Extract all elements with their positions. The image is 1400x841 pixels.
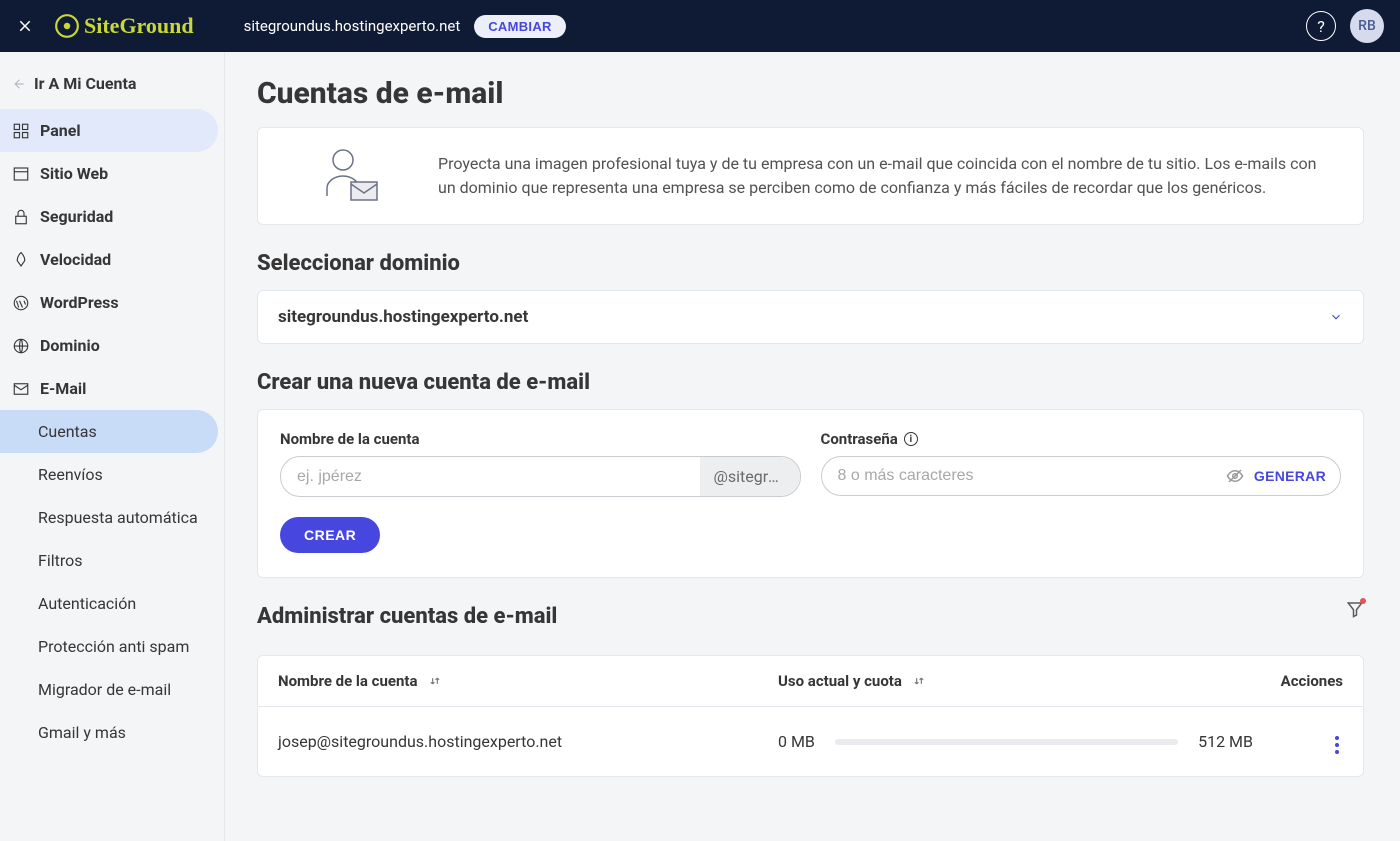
account-name-input[interactable] (281, 457, 700, 496)
sub-item-filters[interactable]: Filtros (38, 539, 218, 582)
sidebar-item-label: E-Mail (40, 379, 86, 398)
intro-card: Proyecta una imagen profesional tuya y d… (257, 127, 1364, 225)
account-name-label: Nombre de la cuenta (280, 430, 801, 448)
logo-text: SiteGround (84, 13, 194, 39)
table-row: josep@sitegroundus.hostingexperto.net 0 … (258, 707, 1363, 776)
sub-item-accounts[interactable]: Cuentas (0, 410, 218, 453)
filter-button[interactable] (1346, 600, 1364, 622)
create-button[interactable]: CREAR (280, 517, 380, 553)
sidebar-item-label: WordPress (40, 293, 119, 312)
row-used: 0 MB (778, 732, 815, 751)
chevron-down-icon (1329, 310, 1343, 324)
sidebar-item-wordpress[interactable]: WordPress (0, 281, 218, 324)
sidebar-item-security[interactable]: Seguridad (0, 195, 218, 238)
sub-item-migrator[interactable]: Migrador de e-mail (38, 668, 218, 711)
selected-domain: sitegroundus.hostingexperto.net (278, 307, 528, 327)
logo: SiteGround (54, 13, 194, 39)
sidebar-item-label: Panel (40, 121, 81, 140)
rocket-icon (12, 251, 30, 269)
eye-off-icon[interactable] (1226, 467, 1244, 485)
mail-icon (12, 380, 30, 398)
intro-text: Proyecta una imagen profesional tuya y d… (438, 152, 1333, 200)
col-actions: Acciones (1253, 672, 1343, 690)
accounts-table: Nombre de la cuenta Uso actual y cuota A… (257, 655, 1364, 777)
page-title: Cuentas de e-mail (257, 76, 1364, 111)
col-usage: Uso actual y cuota (778, 672, 902, 690)
password-label: Contraseña (821, 430, 898, 448)
wordpress-icon (12, 294, 30, 312)
logo-icon (54, 13, 80, 39)
info-icon[interactable]: i (904, 432, 918, 446)
close-icon[interactable] (16, 17, 34, 35)
col-name: Nombre de la cuenta (278, 672, 418, 690)
account-domain-suffix: @sitegro... (700, 457, 800, 496)
user-avatar[interactable]: RB (1350, 9, 1384, 43)
change-domain-button[interactable]: CAMBIAR (474, 15, 565, 38)
back-to-account[interactable]: Ir A Mi Cuenta (0, 62, 224, 109)
sidebar-item-label: Seguridad (40, 207, 113, 226)
sidebar-item-email[interactable]: E-Mail (0, 367, 218, 410)
lock-icon (12, 208, 30, 226)
sub-item-spam[interactable]: Protección anti spam (38, 625, 218, 668)
sidebar-item-label: Sitio Web (40, 164, 108, 183)
table-header: Nombre de la cuenta Uso actual y cuota A… (258, 656, 1363, 707)
intro-illustration (288, 146, 408, 206)
create-account-heading: Crear una nueva cuenta de e-mail (257, 370, 1364, 395)
website-icon (12, 165, 30, 183)
help-button[interactable]: ? (1306, 11, 1336, 41)
sidebar-item-panel[interactable]: Panel (0, 109, 218, 152)
sort-icon[interactable] (912, 674, 926, 688)
back-label: Ir A Mi Cuenta (34, 74, 136, 93)
password-input[interactable] (822, 457, 1216, 495)
row-account-name: josep@sitegroundus.hostingexperto.net (278, 732, 778, 751)
topbar: SiteGround sitegroundus.hostingexperto.n… (0, 0, 1400, 52)
main-content: Cuentas de e-mail Proyecta una imagen pr… (225, 52, 1400, 841)
sub-item-gmail[interactable]: Gmail y más (38, 711, 218, 754)
sub-item-autoresponder[interactable]: Respuesta automática (38, 496, 218, 539)
row-quota: 512 MB (1198, 732, 1253, 751)
domain-select[interactable]: sitegroundus.hostingexperto.net (257, 290, 1364, 344)
sidebar-item-speed[interactable]: Velocidad (0, 238, 218, 281)
select-domain-heading: Seleccionar dominio (257, 251, 1364, 276)
create-account-card: Nombre de la cuenta @sitegro... Contrase… (257, 409, 1364, 578)
sidebar-item-domain[interactable]: Dominio (0, 324, 218, 367)
row-actions-menu[interactable] (1331, 732, 1343, 758)
sub-item-auth[interactable]: Autenticación (38, 582, 218, 625)
panel-icon (12, 122, 30, 140)
sidebar-item-label: Dominio (40, 336, 100, 355)
quota-bar (835, 739, 1178, 745)
header-domain: sitegroundus.hostingexperto.net (244, 17, 461, 35)
arrow-left-icon (12, 77, 26, 91)
filter-active-dot (1360, 598, 1366, 604)
sidebar-item-label: Velocidad (40, 250, 111, 269)
sidebar-item-website[interactable]: Sitio Web (0, 152, 218, 195)
manage-accounts-heading: Administrar cuentas de e-mail (257, 604, 557, 629)
generate-password-button[interactable]: GENERAR (1254, 468, 1326, 484)
sub-item-forwards[interactable]: Reenvíos (38, 453, 218, 496)
globe-icon (12, 337, 30, 355)
sidebar: Ir A Mi Cuenta Panel Sitio Web Seguridad… (0, 52, 225, 841)
sort-icon[interactable] (428, 674, 442, 688)
